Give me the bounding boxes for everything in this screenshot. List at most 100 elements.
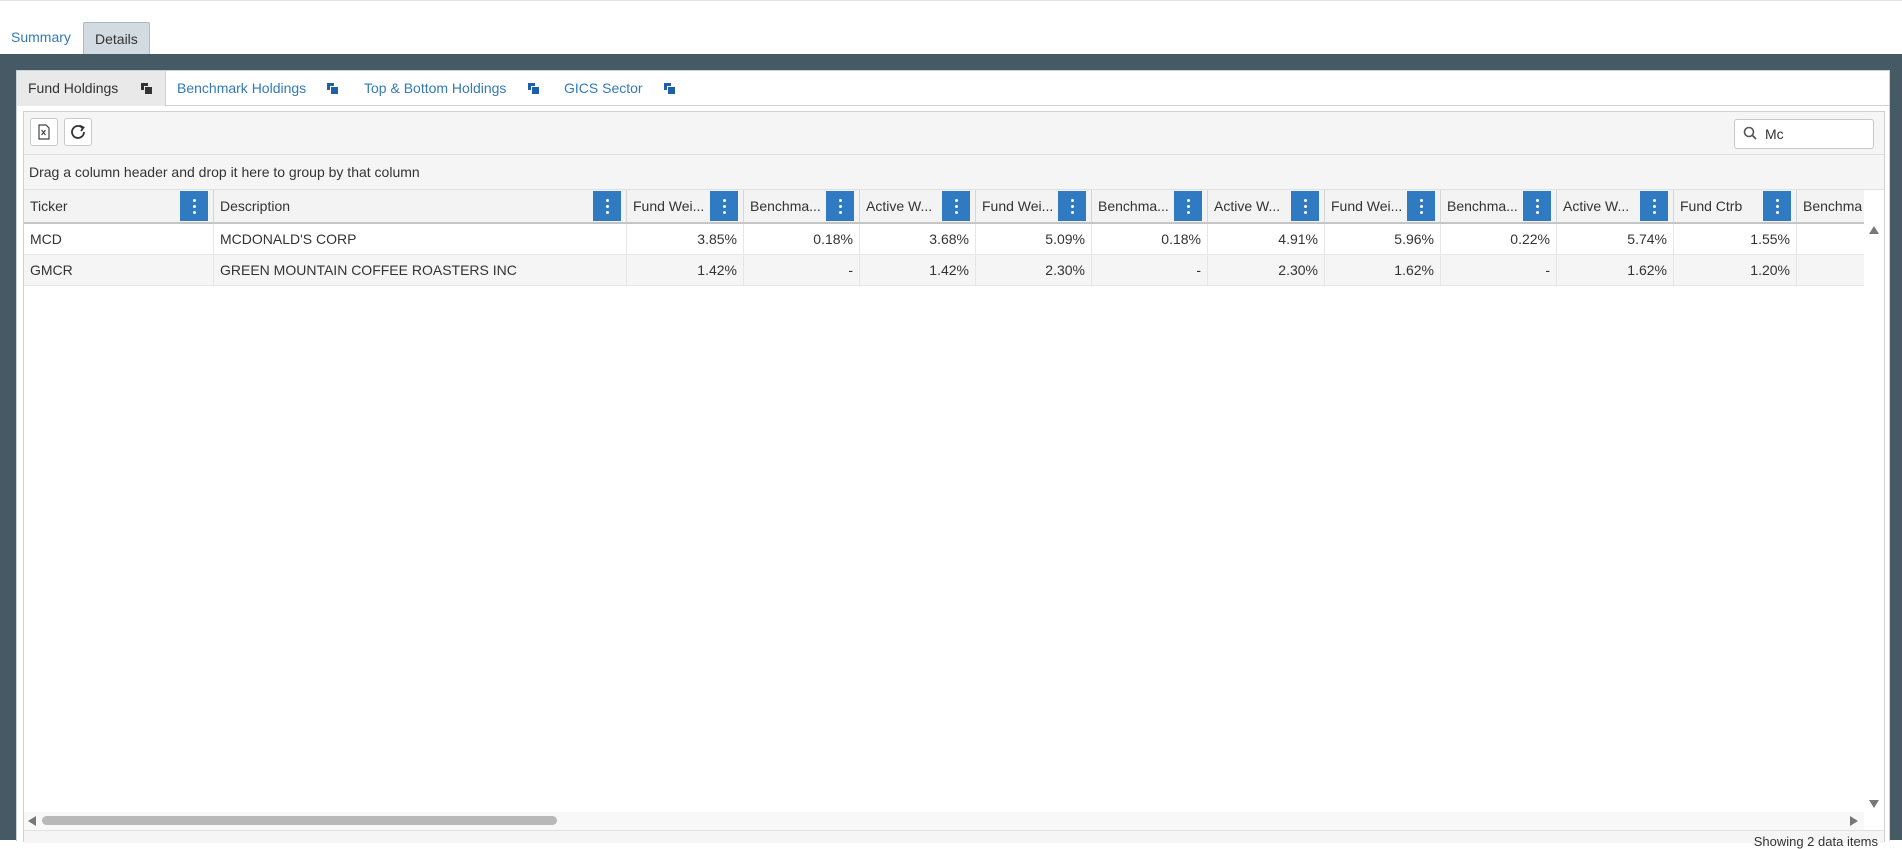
column-header-label: Fund Wei... <box>633 198 705 214</box>
refresh-icon <box>71 124 85 139</box>
column-menu-icon[interactable] <box>1058 191 1086 221</box>
column-header-benchmark-weight-1[interactable]: Benchma... <box>744 190 860 222</box>
cell-active-weight-3: 1.62% <box>1557 255 1674 285</box>
column-menu-icon[interactable] <box>1523 191 1551 221</box>
cell-fund-weight-1: 3.85% <box>627 224 744 254</box>
cell-fund-contribution: 1.20% <box>1674 255 1797 285</box>
excel-export-icon <box>38 124 50 140</box>
tab-top-bottom-holdings[interactable]: Top & Bottom Holdings <box>364 71 540 105</box>
column-menu-icon[interactable] <box>826 191 854 221</box>
column-header-active-weight-1[interactable]: Active W... <box>860 190 976 222</box>
cell-active-weight-1: 1.42% <box>860 255 976 285</box>
excel-export-button[interactable] <box>30 118 58 146</box>
column-menu-icon[interactable] <box>1291 191 1319 221</box>
column-header-label: Fund Wei... <box>1331 198 1402 214</box>
group-panel-hint: Drag a column header and drop it here to… <box>29 164 420 180</box>
cell-active-weight-2: 4.91% <box>1208 224 1325 254</box>
tab-benchmark-holdings-label: Benchmark Holdings <box>177 80 307 96</box>
cell-benchmark-weight-1: - <box>744 255 860 285</box>
cell-benchmark-weight-2: 0.18% <box>1092 224 1208 254</box>
copy-icon[interactable] <box>528 83 540 95</box>
column-header-active-weight-3[interactable]: Active W... <box>1557 190 1674 222</box>
tab-gics-sector-label: GICS Sector <box>564 80 643 96</box>
cell-fund-weight-1: 1.42% <box>627 255 744 285</box>
search-box[interactable] <box>1734 119 1874 149</box>
cell-benchmark-contribution <box>1797 224 1864 254</box>
column-header-label: Benchma... <box>1098 198 1169 214</box>
column-menu-icon[interactable] <box>1763 191 1791 221</box>
column-header-active-weight-2[interactable]: Active W... <box>1208 190 1325 222</box>
column-header-fund-contribution[interactable]: Fund Ctrb <box>1674 190 1797 222</box>
column-header-description[interactable]: Description <box>214 190 627 222</box>
column-header-ticker[interactable]: Ticker <box>24 190 214 222</box>
copy-icon[interactable] <box>664 83 676 95</box>
column-header-fund-weight-1[interactable]: Fund Wei... <box>627 190 744 222</box>
tab-benchmark-holdings[interactable]: Benchmark Holdings <box>177 71 339 105</box>
top-tab-bar: Summary Details <box>0 0 1902 55</box>
column-header-benchmark-contribution[interactable]: Benchma <box>1797 190 1864 222</box>
column-header-label: Benchma <box>1803 198 1863 214</box>
cell-benchmark-weight-3: - <box>1441 255 1557 285</box>
column-header-benchmark-weight-3[interactable]: Benchma... <box>1441 190 1557 222</box>
table-row[interactable]: MCD MCDONALD'S CORP 3.85% 0.18% 3.68% 5.09% 0.… <box>24 224 1864 255</box>
scrollbar-thumb[interactable] <box>42 816 557 825</box>
sub-tab-bar: Fund Holdings Benchmark Holdings Top & B… <box>17 71 1889 106</box>
cell-ticker: GMCR <box>24 255 214 285</box>
column-header-fund-weight-2[interactable]: Fund Wei... <box>976 190 1092 222</box>
cell-fund-weight-3: 5.96% <box>1325 224 1441 254</box>
item-count-label: Showing 2 data items <box>1753 834 1878 849</box>
column-menu-icon[interactable] <box>180 191 208 221</box>
cell-benchmark-weight-2: - <box>1092 255 1208 285</box>
cell-ticker: MCD <box>24 224 214 254</box>
column-menu-icon[interactable] <box>593 191 621 221</box>
cell-active-weight-1: 3.68% <box>860 224 976 254</box>
column-header-label: Fund Wei... <box>982 198 1053 214</box>
tab-summary[interactable]: Summary <box>0 21 82 53</box>
scroll-down-icon[interactable] <box>1869 800 1879 808</box>
cell-fund-weight-2: 2.30% <box>976 255 1092 285</box>
cell-description: MCDONALD'S CORP <box>214 224 627 254</box>
column-header-label: Description <box>220 198 291 214</box>
tab-gics-sector[interactable]: GICS Sector <box>564 71 676 105</box>
vertical-scrollbar[interactable] <box>1864 222 1884 812</box>
cell-fund-weight-3: 1.62% <box>1325 255 1441 285</box>
scroll-right-icon[interactable] <box>1850 816 1858 826</box>
scroll-left-icon[interactable] <box>28 816 36 826</box>
column-header-label: Fund Ctrb <box>1680 198 1743 214</box>
column-header-label: Active W... <box>866 198 933 214</box>
copy-icon[interactable] <box>327 83 339 95</box>
column-header-benchmark-weight-2[interactable]: Benchma... <box>1092 190 1208 222</box>
column-menu-icon[interactable] <box>1640 191 1668 221</box>
column-header-fund-weight-3[interactable]: Fund Wei... <box>1325 190 1441 222</box>
search-input[interactable] <box>1765 124 1865 144</box>
column-menu-icon[interactable] <box>1174 191 1202 221</box>
tab-fund-holdings[interactable]: Fund Holdings <box>17 71 166 106</box>
copy-icon[interactable] <box>141 83 153 95</box>
cell-benchmark-contribution <box>1797 255 1864 285</box>
grid-footer: Showing 2 data items <box>24 830 1884 849</box>
column-menu-icon[interactable] <box>710 191 738 221</box>
cell-description: GREEN MOUNTAIN COFFEE ROASTERS INC <box>214 255 627 285</box>
cell-active-weight-2: 2.30% <box>1208 255 1325 285</box>
details-panel: Fund Holdings Benchmark Holdings Top & B… <box>16 70 1890 849</box>
group-panel[interactable]: Drag a column header and drop it here to… <box>24 155 1884 190</box>
holdings-grid: Drag a column header and drop it here to… <box>23 111 1885 849</box>
grid-toolbar <box>24 112 1884 155</box>
column-header-label: Ticker <box>30 198 68 214</box>
column-header-label: Benchma... <box>1447 198 1518 214</box>
refresh-button[interactable] <box>64 118 92 146</box>
cell-fund-weight-2: 5.09% <box>976 224 1092 254</box>
column-menu-icon[interactable] <box>942 191 970 221</box>
tab-top-bottom-holdings-label: Top & Bottom Holdings <box>364 80 507 96</box>
column-menu-icon[interactable] <box>1407 191 1435 221</box>
cell-benchmark-weight-3: 0.22% <box>1441 224 1557 254</box>
tab-details[interactable]: Details <box>83 22 150 54</box>
column-header-label: Active W... <box>1563 198 1630 214</box>
column-header-label: Benchma... <box>750 198 821 214</box>
search-icon <box>1743 126 1757 140</box>
cell-fund-contribution: 1.55% <box>1674 224 1797 254</box>
table-row[interactable]: GMCR GREEN MOUNTAIN COFFEE ROASTERS INC 1.… <box>24 255 1864 286</box>
column-header-label: Active W... <box>1214 198 1281 214</box>
scroll-up-icon[interactable] <box>1869 226 1879 234</box>
horizontal-scrollbar[interactable] <box>24 812 1864 830</box>
